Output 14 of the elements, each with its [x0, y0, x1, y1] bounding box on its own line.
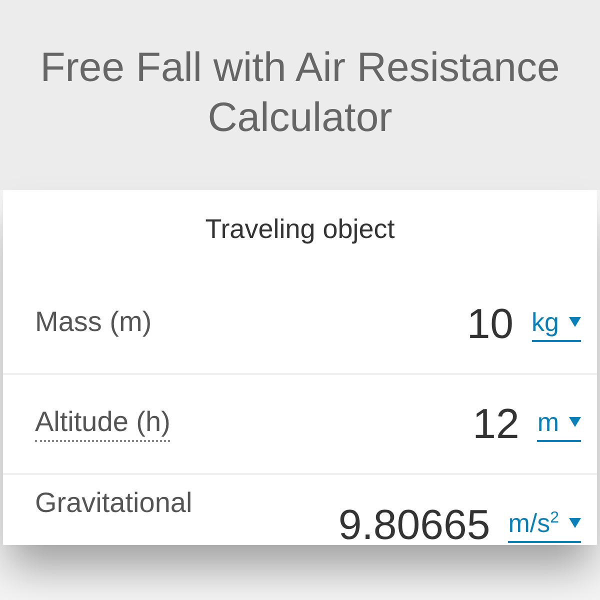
- unit-dropdown[interactable]: kg: [532, 306, 581, 342]
- calculator-title: Free Fall with Air Resistance Calculator: [39, 43, 561, 142]
- field-label: Mass (m): [35, 306, 152, 339]
- caret-icon: [569, 317, 581, 327]
- unit-dropdown[interactable]: m: [537, 406, 581, 442]
- field-value[interactable]: 10: [466, 300, 514, 348]
- caret-icon: [569, 518, 581, 528]
- field-label: Gravitational: [35, 487, 192, 520]
- field-value[interactable]: 9.80665: [338, 501, 490, 549]
- unit-dropdown[interactable]: m/s$^{2}$: [508, 508, 581, 542]
- field-label[interactable]: Altitude (h): [35, 406, 170, 442]
- field-value[interactable]: 12: [472, 400, 520, 448]
- caret-icon: [569, 417, 581, 427]
- section-title: Traveling object: [204, 213, 396, 246]
